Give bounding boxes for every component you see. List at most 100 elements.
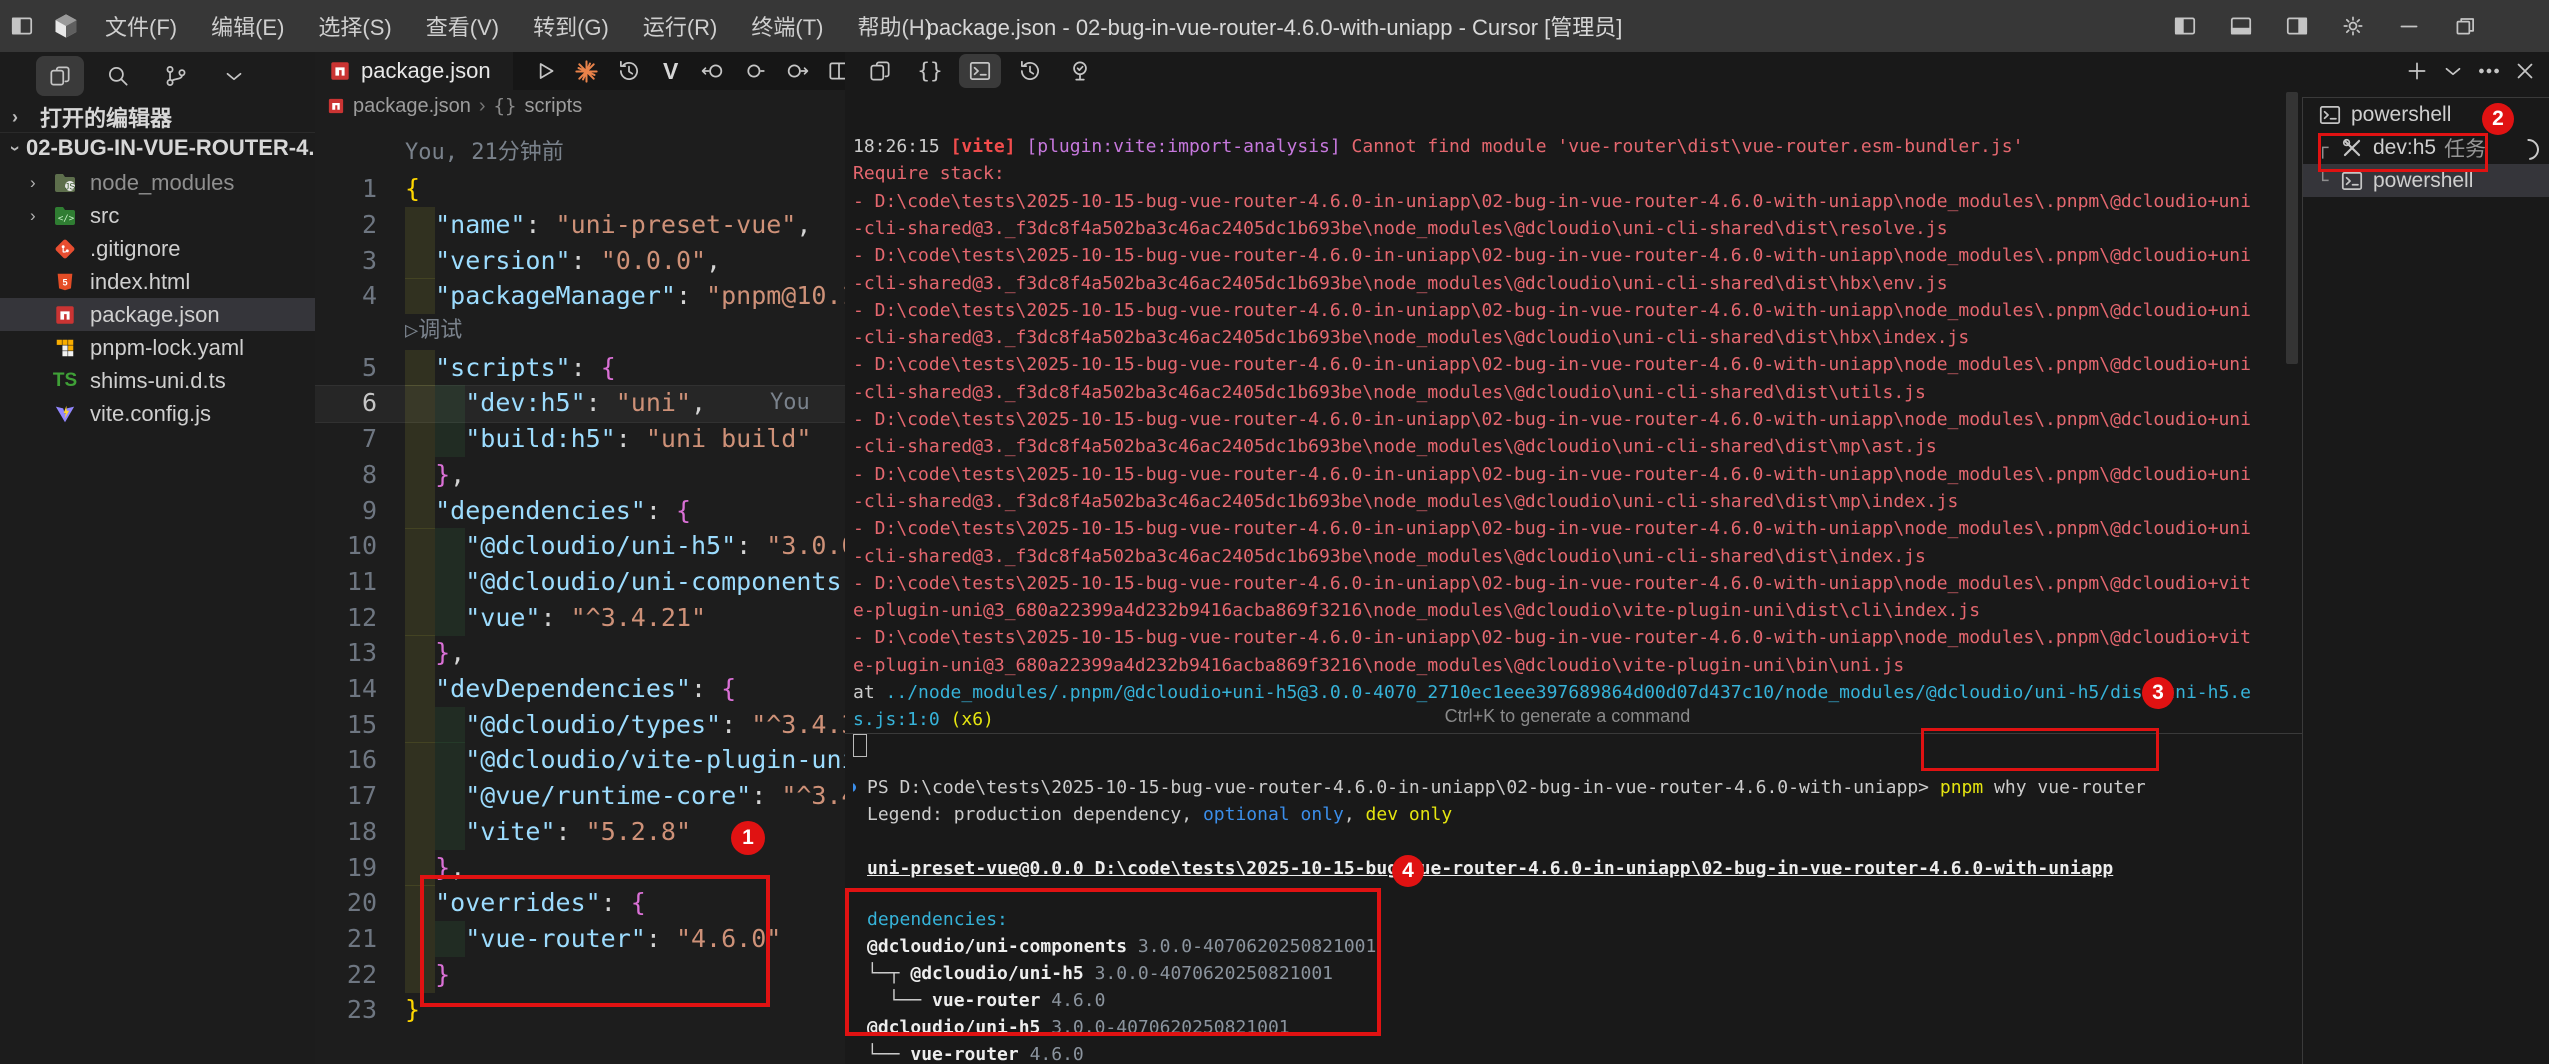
menu-s[interactable]: 选择(S)	[301, 0, 408, 52]
file-src[interactable]: › </> src	[0, 199, 315, 232]
restore-icon[interactable]	[2437, 0, 2493, 52]
git-icon	[52, 237, 78, 261]
pages-icon[interactable]	[36, 56, 84, 96]
terminal-panel-header: {}	[845, 52, 2316, 90]
line-number: 18	[346, 816, 377, 846]
vue-icon[interactable]: V	[653, 54, 689, 88]
terminal-icon[interactable]	[959, 54, 1001, 88]
file-nodemodules[interactable]: › JS node_modules	[0, 166, 315, 199]
tab-package-json[interactable]: package.json	[315, 52, 513, 90]
menu-e[interactable]: 编辑(E)	[194, 0, 301, 52]
text-span: "version"	[435, 245, 571, 275]
layout-panel-icon[interactable]	[2213, 0, 2269, 52]
search-icon[interactable]	[94, 56, 142, 96]
ts-icon: TS	[52, 369, 78, 391]
line-number: 13	[346, 638, 377, 668]
text-span: :	[570, 245, 601, 275]
code-text: {	[405, 171, 420, 207]
text-span: :	[615, 424, 646, 454]
terminal-line: -cli-shared@3._f3dc8f4a502ba3c46ac2405dc…	[853, 543, 2293, 570]
file-.gitignore[interactable]: .gitignore	[0, 232, 315, 265]
code-text: "build:h5": "uni build"	[405, 421, 811, 457]
file-shims-uni.d.ts[interactable]: TS shims-uni.d.ts	[0, 364, 315, 397]
open-editors-label: 打开的编辑器	[40, 106, 173, 131]
settings-gear-icon[interactable]	[2325, 0, 2381, 52]
source-control-icon[interactable]	[152, 56, 200, 96]
run-icon[interactable]	[527, 54, 563, 88]
line-number: 19	[346, 852, 377, 882]
text-span: "dev:h5"	[465, 388, 586, 418]
chevron-down-icon[interactable]	[2437, 54, 2469, 88]
close-icon[interactable]	[2509, 54, 2541, 88]
file-vite.config.js[interactable]: vite.config.js	[0, 397, 315, 430]
code-line-15: 15 "@dcloudio/types": "^3.4.3	[315, 706, 845, 743]
menu-g[interactable]: 转到(G)	[516, 0, 626, 52]
file-index.html[interactable]: 5 index.html	[0, 265, 315, 298]
text-span: "devDependencies"	[435, 674, 691, 703]
menu-f[interactable]: 文件(F)	[88, 0, 194, 52]
code-line-11: 11 "@dcloudio/uni-components": "3.0	[315, 563, 845, 600]
text-span: - D:\code\tests\2025-10-15-bug-vue-route…	[853, 299, 2251, 321]
close-icon[interactable]	[2493, 0, 2549, 52]
terminal-line: - D:\code\tests\2025-10-15-bug-vue-route…	[853, 406, 2293, 433]
annotation-box-overrides	[420, 875, 770, 1007]
text-span: - D:\code\tests\2025-10-15-bug-vue-route…	[853, 409, 2251, 430]
more-icon[interactable]	[2473, 54, 2505, 88]
terminal-line: Require stack:	[853, 160, 2293, 187]
text-span: "uni-preset-vue"	[555, 209, 797, 239]
layout-sidebar-right-icon[interactable]	[2269, 0, 2325, 52]
history-icon[interactable]	[1009, 54, 1051, 88]
text-span: "@vue/runtime-core"	[465, 781, 752, 811]
code-text: }	[405, 992, 420, 1028]
layout-sidebar-left-icon[interactable]	[0, 6, 44, 46]
chevron-right-icon: ›	[30, 172, 36, 192]
annotation-box-task	[2318, 133, 2488, 172]
layout-sidebar-left-icon[interactable]	[2157, 0, 2213, 52]
code-line-3: 3 "version": "0.0.0",	[315, 242, 845, 279]
nav-circle-icon[interactable]	[737, 54, 773, 88]
text-span: :	[690, 674, 722, 703]
minimize-icon[interactable]	[2381, 0, 2437, 52]
menu-t[interactable]: 终端(T)	[734, 0, 840, 52]
braces-icon[interactable]: {}	[909, 54, 951, 88]
terminal-ai-hint: Ctrl+K to generate a command	[1444, 706, 1691, 726]
text-span: - D:\code\tests\2025-10-15-bug-vue-route…	[853, 463, 2251, 485]
nav-back-icon[interactable]	[695, 54, 731, 88]
pages-icon[interactable]	[859, 54, 901, 88]
file-package.json[interactable]: package.json	[0, 298, 315, 331]
npm-icon	[52, 303, 78, 327]
text-span: Cannot find module 'vue-router\dist\vue-…	[1351, 136, 2024, 157]
line-number: 16	[346, 745, 377, 775]
ai-spark-icon[interactable]	[569, 54, 605, 88]
codelens-debug[interactable]: ▷调试	[405, 314, 462, 350]
file-label: package.json	[90, 301, 220, 327]
file-label: src	[90, 202, 120, 228]
terminal-scrollbar[interactable]	[2286, 92, 2298, 364]
project-section[interactable]: › 02-BUG-IN-VUE-ROUTER-4.6.0-...	[0, 133, 316, 163]
menu-r[interactable]: 运行(R)	[626, 0, 735, 52]
timeline-icon[interactable]	[611, 54, 647, 88]
text-span: -cli-shared@3._f3dc8f4a502ba3c46ac2405dc…	[853, 381, 1926, 403]
file-pnpm-lock.yaml[interactable]: pnpm-lock.yaml	[0, 331, 315, 364]
nav-forward-icon[interactable]	[779, 54, 815, 88]
code-line-10: 10 "@dcloudio/uni-h5": "3.0.0	[315, 528, 845, 565]
text-span: - D:\code\tests\2025-10-15-bug-vue-route…	[853, 627, 2251, 649]
line-number: 11	[346, 566, 377, 596]
line-number: 21	[346, 923, 377, 953]
folder-node-icon: JS	[52, 171, 78, 195]
task-tree-icon[interactable]	[1059, 54, 1101, 88]
line-number: 20	[346, 888, 377, 918]
annotation-box-deps	[845, 888, 1381, 1036]
text-span	[405, 638, 435, 667]
new-terminal-icon[interactable]	[2401, 54, 2433, 88]
text-span: "pnpm@10.1	[706, 281, 846, 311]
cursor-window: 文件(F) 编辑(E) 选择(S) 查看(V) 转到(G) 运行(R) 终端(T) 帮助(H)…	[0, 0, 2549, 1064]
npm-icon	[329, 60, 351, 82]
text-span: "5.2.8"	[585, 816, 691, 846]
terminal-line: uni-preset-vue@0.0.0 D:\code\tests\2025-…	[853, 855, 2302, 882]
chevron-down-icon[interactable]	[210, 56, 258, 96]
spinner-icon	[2513, 134, 2544, 165]
open-editors-section[interactable]: › 打开的编辑器	[0, 102, 315, 133]
text-span: "@dcloudio/types"	[465, 709, 722, 739]
menu-v[interactable]: 查看(V)	[409, 0, 516, 52]
